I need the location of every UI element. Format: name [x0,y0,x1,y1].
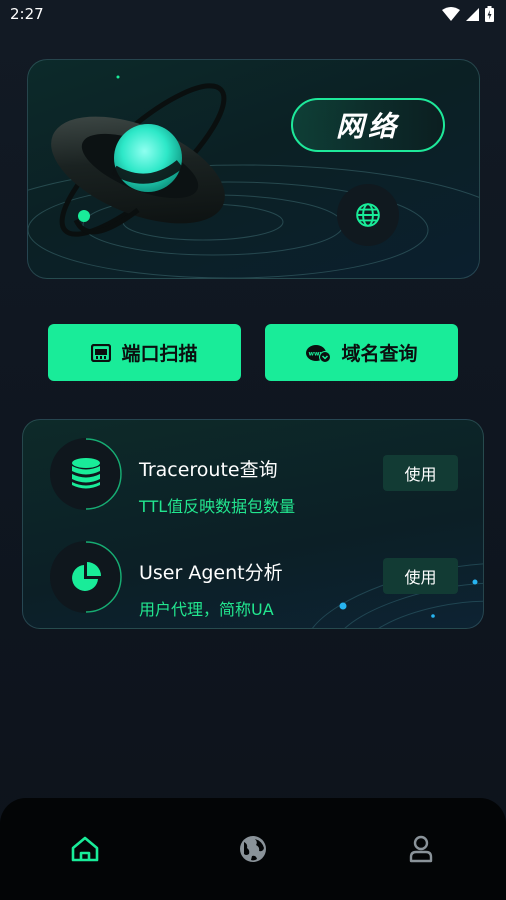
network-hero-card: 网络 [27,59,480,279]
domain-lookup-button[interactable]: www 域名查询 [265,324,458,381]
tools-card: Traceroute查询 TTL值反映数据包数量 使用 User Agent分析… [22,419,484,629]
tool-row-traceroute[interactable]: Traceroute查询 TTL值反映数据包数量 使用 [23,438,483,516]
tool-icon-container [50,438,122,510]
progress-ring [85,541,122,613]
globe-button[interactable] [337,184,399,246]
planet-illustration [28,75,479,278]
user-icon [409,835,433,863]
status-time: 2:27 [10,5,44,23]
port-scan-label: 端口扫描 [121,343,198,365]
tool-title: User Agent分析 [139,562,283,584]
tool-title: Traceroute查询 [139,459,278,481]
www-domain-icon: www [306,344,332,363]
use-button[interactable]: 使用 [383,558,458,594]
nav-home[interactable] [70,834,100,864]
domain-lookup-label: 域名查询 [341,343,418,365]
network-badge-label: 网络 [335,110,400,143]
wifi-icon [442,7,460,21]
tool-icon-container [50,541,122,613]
nav-profile[interactable] [406,834,436,864]
home-icon [71,836,99,862]
use-button[interactable]: 使用 [383,455,458,491]
signal-icon [466,7,479,21]
port-scan-icon [91,343,112,362]
status-icons [442,6,494,22]
globe-icon [356,203,380,227]
network-badge: 网络 [291,98,445,152]
progress-ring [85,438,122,510]
tool-description: TTL值反映数据包数量 [139,497,296,516]
tool-description: 用户代理，简称UA [139,600,274,619]
status-bar: 2:27 [0,0,506,28]
tool-row-user-agent[interactable]: User Agent分析 用户代理，简称UA 使用 [23,541,483,619]
port-scan-button[interactable]: 端口扫描 [48,324,241,381]
battery-icon [485,6,494,22]
nav-web[interactable] [238,834,268,864]
bottom-nav [0,798,506,900]
globe-icon [240,836,266,862]
